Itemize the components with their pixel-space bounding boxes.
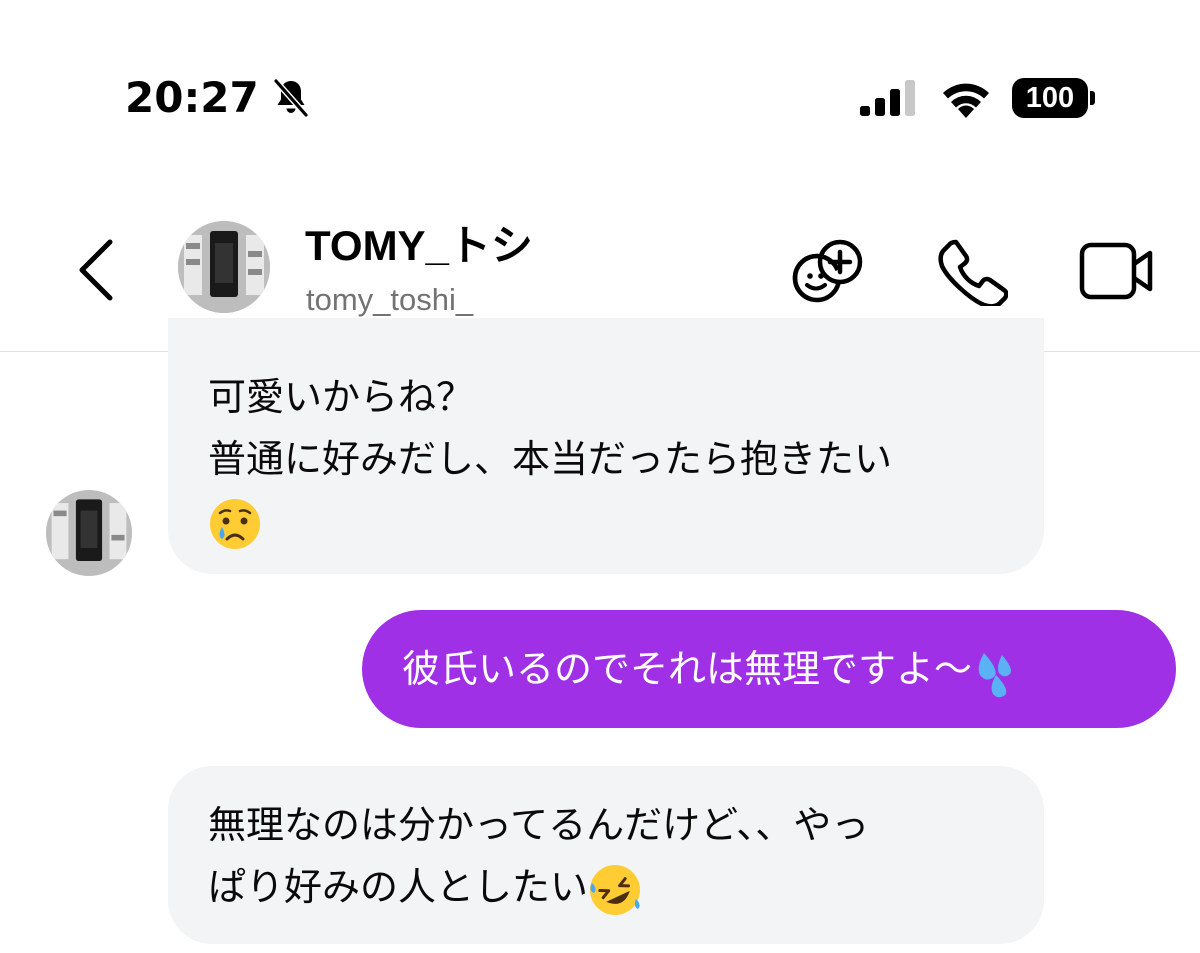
message-line: 可愛いからね？ [208, 375, 475, 419]
outgoing-message[interactable]: 彼氏いるのでそれは無理ですよ〜 [362, 610, 1176, 728]
crying-face-emoji [208, 490, 1004, 552]
avatar-image [46, 490, 132, 576]
contact-display-name[interactable]: TOMY_トシ [305, 219, 533, 273]
battery-cap [1090, 91, 1095, 105]
contact-username[interactable]: tomy_toshi_ [306, 280, 473, 320]
battery-icon: 100 [1012, 78, 1088, 118]
message-line: 普通に好みだし、本当だったら抱きたい [208, 437, 893, 481]
bottom-edge [0, 944, 1200, 953]
phone-icon[interactable] [938, 236, 1008, 306]
message-text: 彼氏いるのでそれは無理ですよ〜 [402, 647, 973, 691]
sender-avatar[interactable] [46, 490, 132, 576]
avatar-image [178, 221, 270, 313]
incoming-message[interactable]: 可愛いからね？ 普通に好みだし、本当だったら抱きたい [168, 318, 1044, 574]
signal-icon [860, 80, 915, 116]
avatar[interactable] [178, 221, 270, 313]
sweat-droplets-emoji [978, 652, 1012, 697]
message-line: 無理なのは分かってるんだけど、、やっ [208, 803, 870, 847]
wifi-icon [943, 83, 989, 118]
incoming-message[interactable]: 無理なのは分かってるんだけど、、やっ ぱり好みの人としたい [168, 766, 1044, 944]
rolling-on-floor-laughing-emoji [590, 864, 641, 915]
message-text: ぱり好みの人としたい [208, 865, 589, 909]
status-time: 20:27 [125, 73, 259, 122]
video-camera-icon[interactable] [1078, 238, 1156, 304]
chevron-left-icon[interactable] [68, 232, 128, 308]
effects-icon[interactable] [790, 236, 868, 306]
message-line: ぱり好みの人としたい [208, 856, 1004, 918]
bell-slash-icon [273, 79, 309, 117]
